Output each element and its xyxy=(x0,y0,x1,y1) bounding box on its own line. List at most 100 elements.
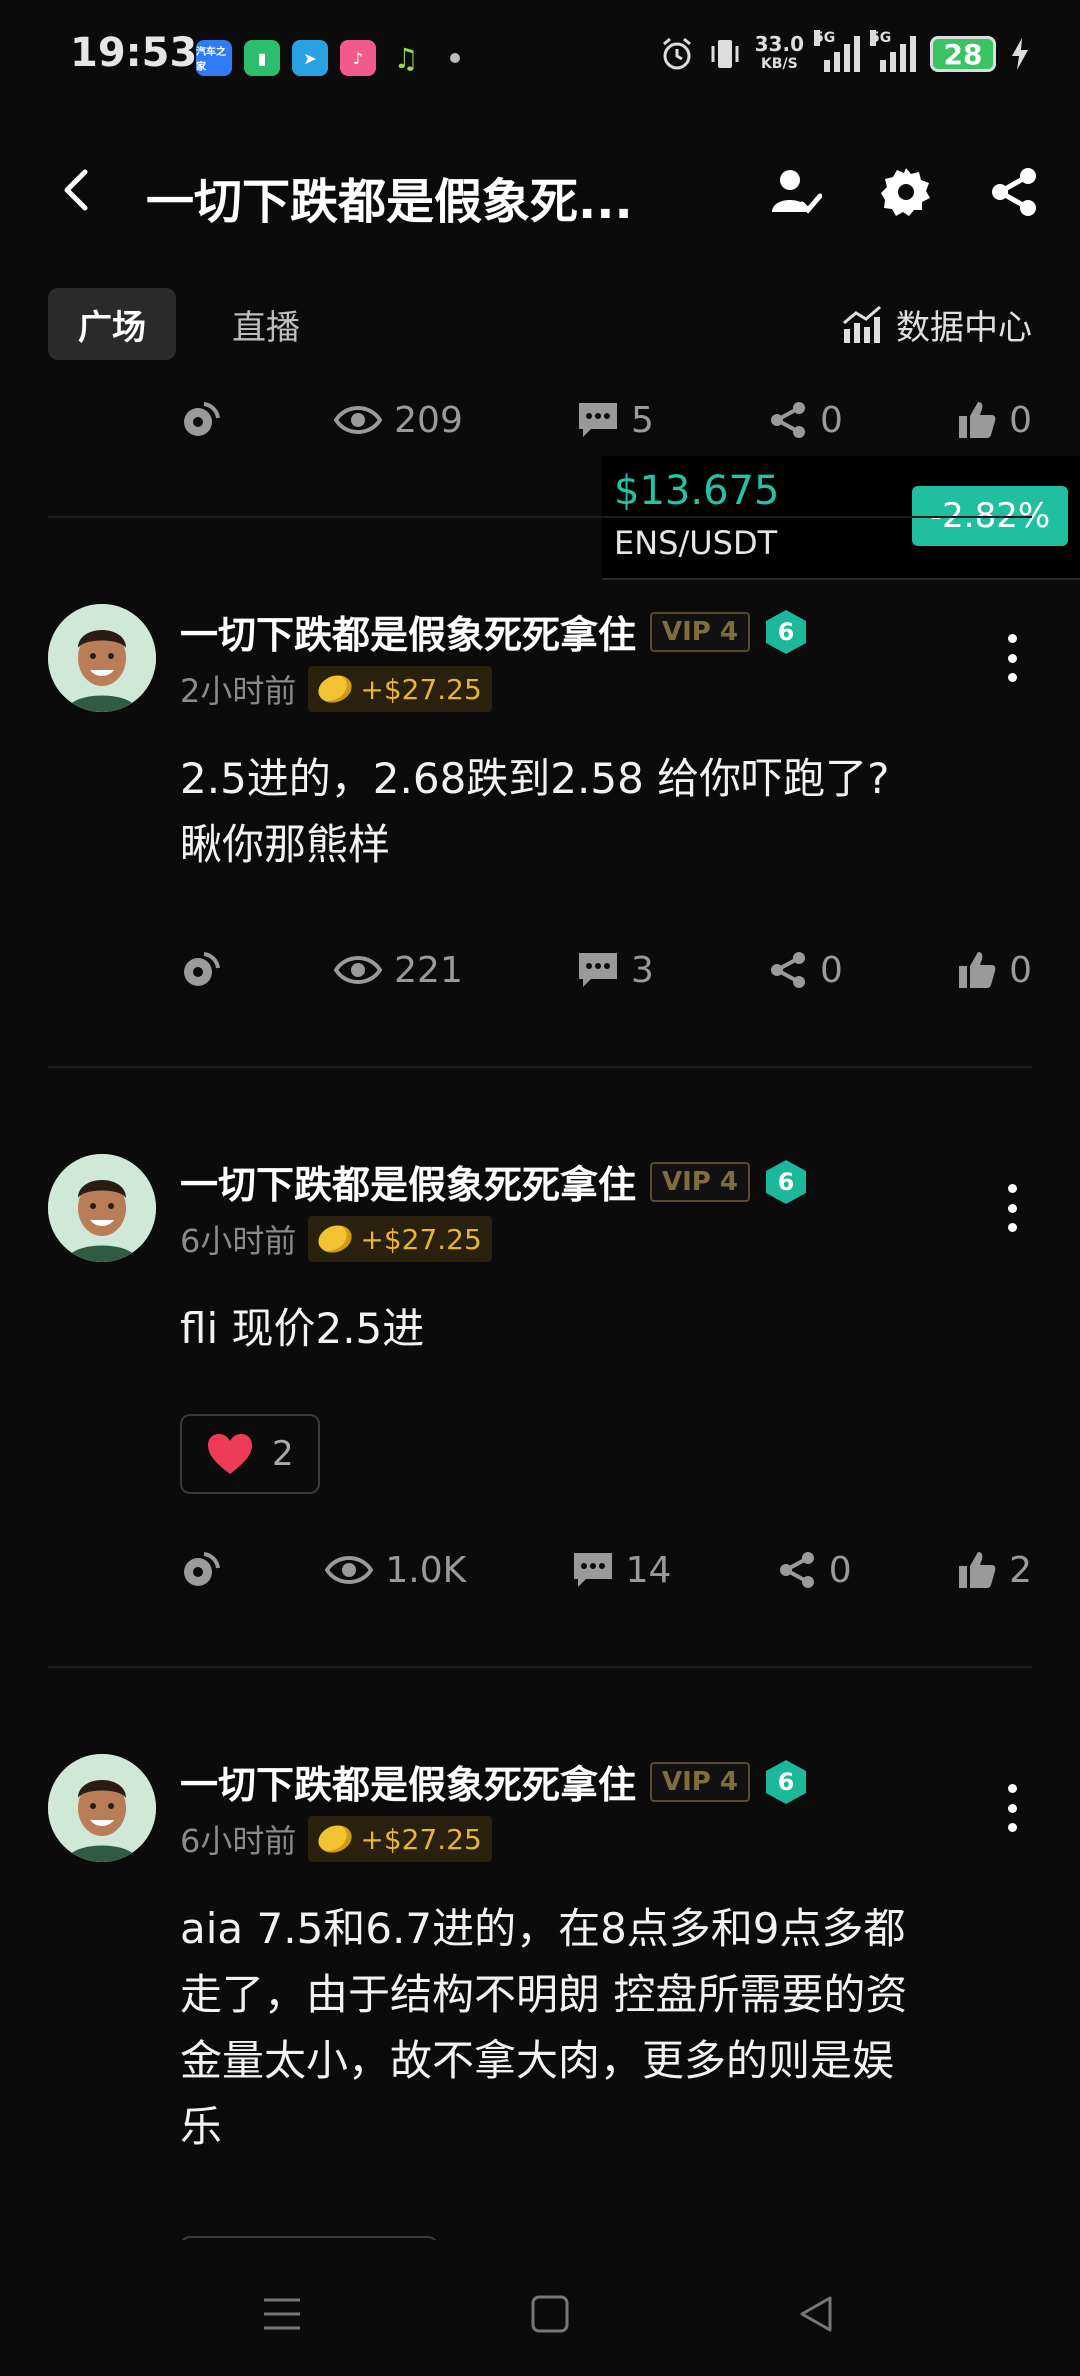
settings-button[interactable] xyxy=(876,162,936,222)
ticker-pair: ENS/USDT xyxy=(614,524,778,562)
content-line: 2.5进的，2.68跌到2.58 给你吓跑了? xyxy=(180,754,890,803)
charging-icon xyxy=(1012,38,1028,70)
comments-count: 5 xyxy=(631,399,654,441)
repost-button[interactable] xyxy=(180,400,220,440)
more-options-button[interactable] xyxy=(992,628,1032,688)
comments-button[interactable]: 5 xyxy=(577,400,654,441)
vip-badge: VIP 4 xyxy=(650,1761,751,1802)
level-badge: 6 xyxy=(764,608,808,656)
menu-icon xyxy=(264,2298,300,2330)
top-header: 一切下跌都是假象死... xyxy=(0,140,1080,240)
share-post-button[interactable]: 0 xyxy=(768,400,843,441)
network-speed-unit: KB/S xyxy=(760,56,798,72)
data-center-link[interactable]: 数据中心 xyxy=(842,300,1032,349)
alarm-icon xyxy=(662,37,691,70)
likes-count: 0 xyxy=(1009,949,1032,991)
repost-button[interactable] xyxy=(180,1550,220,1590)
battery-indicator: 28 xyxy=(930,36,996,72)
post-time: 6小时前 xyxy=(180,1822,297,1860)
back-triangle-icon xyxy=(800,2296,832,2332)
avatar[interactable] xyxy=(48,1154,156,1262)
author-name[interactable]: 一切下跌都是假象死死拿住 xyxy=(180,1154,636,1209)
like-button[interactable]: 0 xyxy=(957,950,1032,991)
tab-square[interactable]: 广场 xyxy=(48,288,176,360)
comments-button[interactable]: 3 xyxy=(577,950,654,991)
signal-sim2-icon: 5G xyxy=(870,30,916,72)
content-line: 乐 xyxy=(180,2102,223,2151)
share-post-button[interactable]: 0 xyxy=(768,950,843,991)
repost-icon xyxy=(184,1552,220,1586)
back-button[interactable] xyxy=(48,162,104,218)
post-content: fli 现价2.5进 xyxy=(180,1296,1032,1362)
heart-reaction-button[interactable]: 2 xyxy=(180,1414,320,1494)
views-stat: 221 xyxy=(334,950,463,991)
eye-icon xyxy=(325,1556,374,1584)
level-number: 6 xyxy=(778,618,795,646)
comments-count: 14 xyxy=(625,1549,672,1591)
heart-icon xyxy=(208,1434,252,1474)
author-name[interactable]: 一切下跌都是假象死死拿住 xyxy=(180,1754,636,1809)
coin-icon xyxy=(314,1220,356,1258)
telegram-app-icon: ➤ xyxy=(292,40,328,76)
views-count: 221 xyxy=(394,949,463,991)
vip-badge: VIP 4 xyxy=(650,611,751,652)
share-post-button[interactable]: 0 xyxy=(777,1550,852,1591)
views-stat: 1.0K xyxy=(325,1550,466,1591)
signal-sim1-icon: 5G xyxy=(814,30,860,72)
reaction-count: 2 xyxy=(272,1434,294,1474)
ticker-price: $13.675 xyxy=(614,468,780,514)
level-number: 6 xyxy=(778,1768,795,1796)
more-options-button[interactable] xyxy=(992,1778,1032,1838)
music-note-app-icon: ♫ xyxy=(393,41,419,75)
network-speed-value: 33.0 xyxy=(754,32,804,56)
avatar[interactable] xyxy=(48,604,156,712)
avatar-face-icon xyxy=(48,1754,156,1862)
share-icon xyxy=(771,952,806,988)
follow-user-button[interactable] xyxy=(766,162,826,222)
author-name[interactable]: 一切下跌都是假象死死拿住 xyxy=(180,604,636,659)
views-stat: 209 xyxy=(334,400,463,441)
author-line: 一切下跌都是假象死死拿住 VIP 4 6 xyxy=(180,1754,808,1809)
home-square-icon xyxy=(531,2295,569,2333)
repost-icon xyxy=(184,402,220,436)
content-line: 金量太小，故不拿大肉，更多的则是娱 xyxy=(180,2036,895,2085)
share-button[interactable] xyxy=(984,162,1044,222)
back-icon xyxy=(64,169,88,211)
home-button[interactable] xyxy=(520,2284,580,2344)
divider xyxy=(48,1666,1032,1668)
comment-icon xyxy=(579,953,617,987)
content-line: aia 7.5和6.7进的，在8点多和9点多都 xyxy=(180,1904,906,1953)
thumbs-up-icon xyxy=(959,952,996,988)
coin-icon xyxy=(314,1820,356,1858)
content-line: 瞅你那熊样 xyxy=(180,820,391,869)
level-hexagon-icon: 6 xyxy=(766,1759,807,1804)
content-line: 走了，由于结构不明朗 控盘所需要的资 xyxy=(180,1970,908,2019)
level-badge: 6 xyxy=(764,1758,808,1806)
price-ticker-card[interactable]: $13.675 ENS/USDT -2.82% xyxy=(602,456,1080,580)
post-content: aia 7.5和6.7进的，在8点多和9点多都 走了，由于结构不明朗 控盘所需要… xyxy=(180,1896,1032,2160)
battery-saver-app-icon: ▮ xyxy=(244,40,280,76)
comments-button[interactable]: 14 xyxy=(572,1549,672,1591)
notification-icons: 汽车之家 ▮ ➤ ♪ ♫ xyxy=(196,40,460,76)
like-button[interactable]: 0 xyxy=(957,400,1032,441)
level-badge: 6 xyxy=(764,1158,808,1206)
avatar[interactable] xyxy=(48,1754,156,1862)
coin-icon xyxy=(314,670,356,708)
system-indicators: 33.0 KB/S 5G 5G 28 xyxy=(659,30,1030,74)
post-time: 2小时前 xyxy=(180,672,297,710)
tab-live[interactable]: 直播 xyxy=(202,288,330,360)
content-tabs: 广场 直播 xyxy=(48,288,330,360)
share-icon xyxy=(992,168,1036,216)
status-time: 19:53 xyxy=(70,30,198,76)
like-button[interactable]: 2 xyxy=(957,1550,1032,1591)
pnl-value: +$27.25 xyxy=(360,1222,482,1256)
avatar-face-icon xyxy=(48,1154,156,1262)
pnl-value: +$27.25 xyxy=(360,1822,482,1856)
post-time: 6小时前 xyxy=(180,1222,297,1260)
settings-icon xyxy=(881,168,930,216)
more-options-button[interactable] xyxy=(992,1178,1032,1238)
post-meta: 6小时前 +$27.25 xyxy=(180,1816,492,1862)
recent-apps-button[interactable] xyxy=(252,2284,312,2344)
repost-button[interactable] xyxy=(180,950,220,990)
system-back-button[interactable] xyxy=(786,2284,846,2344)
